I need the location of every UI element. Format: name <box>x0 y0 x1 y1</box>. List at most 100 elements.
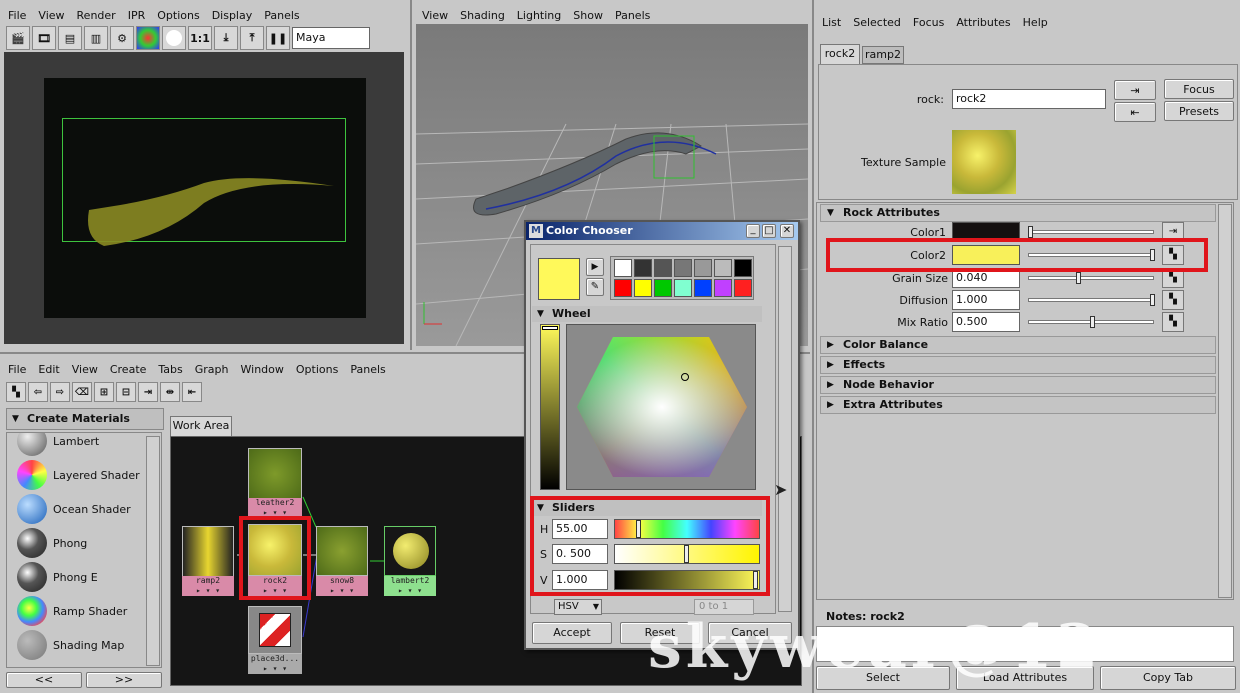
mix-ratio-slider-knob[interactable] <box>1090 316 1095 328</box>
mix-ratio-field[interactable]: 0.500 <box>952 312 1020 332</box>
graph-network-icon[interactable]: ⊞ <box>94 382 114 402</box>
extra-attributes-section[interactable]: ▶ Extra Attributes <box>820 396 1216 414</box>
grain-size-slider[interactable] <box>1028 276 1154 280</box>
material-phong[interactable]: Phong <box>17 527 87 559</box>
grain-size-slider-knob[interactable] <box>1076 272 1081 284</box>
ratio-button[interactable]: 1:1 <box>188 26 212 50</box>
accept-button[interactable]: Accept <box>532 622 612 644</box>
menu-lighting[interactable]: Lighting <box>511 9 567 22</box>
eraser-icon[interactable]: ⌫ <box>72 382 92 402</box>
menu-show[interactable]: Show <box>567 9 609 22</box>
output-connections-icon[interactable]: ⇤ <box>182 382 202 402</box>
menu-shading[interactable]: Shading <box>454 9 511 22</box>
effects-section[interactable]: ▶ Effects <box>820 356 1216 374</box>
eyedropper-icon[interactable]: ✎ <box>586 278 604 296</box>
tab-rock2[interactable]: rock2 <box>820 44 860 64</box>
focus-input-button[interactable]: ⇥ <box>1114 80 1156 100</box>
lambert2-node[interactable] <box>384 526 436 576</box>
menu-view[interactable]: View <box>416 9 454 22</box>
color-wheel-area[interactable] <box>566 324 756 490</box>
ramp2-node[interactable] <box>182 526 234 578</box>
color-swatch[interactable] <box>694 259 712 277</box>
menu-view[interactable]: View <box>66 363 104 376</box>
close-button[interactable]: ✕ <box>780 224 794 238</box>
menu-edit[interactable]: Edit <box>32 363 65 376</box>
color-swatch[interactable] <box>654 259 672 277</box>
menu-focus[interactable]: Focus <box>907 16 950 29</box>
materials-scrollbar[interactable] <box>146 436 160 666</box>
material-phong-e[interactable]: Phong E <box>17 561 98 593</box>
menu-render[interactable]: Render <box>71 9 122 22</box>
menu-attributes[interactable]: Attributes <box>950 16 1016 29</box>
rock-attributes-section[interactable]: ▼ Rock Attributes <box>820 204 1216 222</box>
menu-selected[interactable]: Selected <box>847 16 907 29</box>
remove-image-icon[interactable]: ⤒ <box>240 26 264 50</box>
ipr-refresh-icon[interactable]: ▥ <box>84 26 108 50</box>
menu-panels[interactable]: Panels <box>344 363 391 376</box>
leather2-node[interactable] <box>248 448 302 500</box>
color-swatch[interactable] <box>694 279 712 297</box>
menu-display[interactable]: Display <box>206 9 259 22</box>
diffusion-field[interactable]: 1.000 <box>952 290 1020 310</box>
presets-button[interactable]: Presets <box>1164 101 1234 121</box>
work-area-tab[interactable]: Work Area <box>170 416 232 436</box>
material-shading-map[interactable]: Shading Map <box>17 629 124 661</box>
render-region-icon[interactable]: 🎞 <box>32 26 56 50</box>
minimize-button[interactable]: _ <box>746 224 760 238</box>
input-connections-icon[interactable]: ⇥ <box>138 382 158 402</box>
menu-file[interactable]: File <box>2 9 32 22</box>
menu-options[interactable]: Options <box>290 363 344 376</box>
scroll-right-button[interactable]: >> <box>86 672 162 688</box>
play-arrow-icon[interactable]: ▶ <box>586 258 604 276</box>
color-swatch[interactable] <box>734 259 752 277</box>
focus-button[interactable]: Focus <box>1164 79 1234 99</box>
menu-ipr[interactable]: IPR <box>122 9 152 22</box>
menu-graph[interactable]: Graph <box>189 363 235 376</box>
renderer-select[interactable]: Maya Software <box>292 27 370 64</box>
color-swatch[interactable] <box>634 279 652 297</box>
color-swatch[interactable] <box>714 259 732 277</box>
create-materials-header[interactable]: ▼ Create Materials <box>6 408 164 430</box>
diffusion-slider-knob[interactable] <box>1150 294 1155 306</box>
menu-panels[interactable]: Panels <box>258 9 305 22</box>
rearrange-icon[interactable]: ⊟ <box>116 382 136 402</box>
material-ramp-shader[interactable]: Ramp Shader <box>17 595 127 627</box>
menu-tabs[interactable]: Tabs <box>152 363 188 376</box>
value-bar-marker[interactable] <box>542 326 558 330</box>
mix-ratio-map-button[interactable]: ▚ <box>1162 312 1184 332</box>
wheel-section-header[interactable]: ▼ Wheel <box>532 306 762 322</box>
arrow-left-icon[interactable]: ⇦ <box>28 382 48 402</box>
arrow-right-icon[interactable]: ⇨ <box>50 382 70 402</box>
material-lambert[interactable]: Lambert <box>17 433 99 457</box>
color1-slider[interactable] <box>1028 230 1154 234</box>
menu-window[interactable]: Window <box>235 363 290 376</box>
render-settings-icon[interactable]: ⚙ <box>110 26 134 50</box>
menu-help[interactable]: Help <box>1017 16 1054 29</box>
pause-icon[interactable]: ❚❚ <box>266 26 290 50</box>
tab-ramp2[interactable]: ramp2 <box>862 46 904 64</box>
rgb-channels-icon[interactable] <box>136 26 160 50</box>
in-out-connections-icon[interactable]: ⇹ <box>160 382 180 402</box>
color-swatch[interactable] <box>734 279 752 297</box>
keep-image-icon[interactable]: ⤓ <box>214 26 238 50</box>
color-swatch[interactable] <box>614 279 632 297</box>
maximize-button[interactable]: □ <box>762 224 776 238</box>
clapper-icon[interactable]: 🎬 <box>6 26 30 50</box>
node-name-field[interactable]: rock2 <box>952 89 1106 109</box>
material-ocean-shader[interactable]: Ocean Shader <box>17 493 131 525</box>
mode-select[interactable]: HSV ▼ <box>554 599 602 615</box>
scroll-left-button[interactable]: << <box>6 672 82 688</box>
node-behavior-section[interactable]: ▶ Node Behavior <box>820 376 1216 394</box>
menu-list[interactable]: List <box>816 16 847 29</box>
color-swatch[interactable] <box>634 259 652 277</box>
place3d-node[interactable] <box>248 606 302 654</box>
value-bar[interactable] <box>540 324 560 490</box>
material-layered-shader[interactable]: Layered Shader <box>17 459 140 491</box>
graph-icon[interactable]: ▚ <box>6 382 26 402</box>
focus-output-button[interactable]: ⇤ <box>1114 102 1156 122</box>
dialog-scrollbar[interactable] <box>778 246 792 612</box>
ae-scrollbar[interactable] <box>1218 204 1232 598</box>
menu-options[interactable]: Options <box>151 9 205 22</box>
color1-slider-knob[interactable] <box>1028 226 1033 238</box>
ipr-icon[interactable]: ▤ <box>58 26 82 50</box>
